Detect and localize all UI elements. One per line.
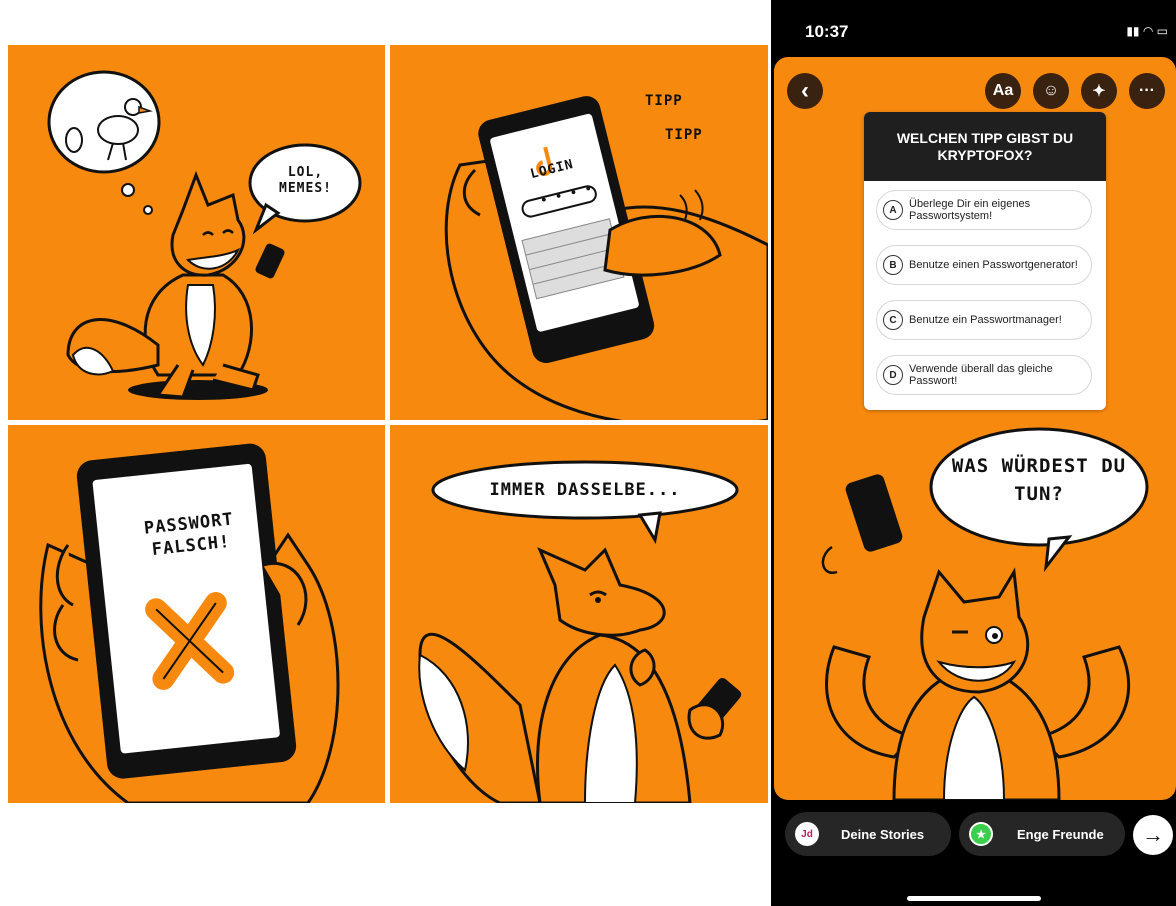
sfx-tipp-1: TIPP <box>645 93 683 109</box>
avatar: Jd <box>795 822 819 846</box>
phone-login-illustration <box>444 96 768 420</box>
sparkle-icon: ✦ <box>1092 83 1106 100</box>
close-friends-button[interactable]: ★ Enge Freunde <box>959 812 1125 856</box>
phone-screen: 10:37 ▮▮ ◠ ▭ ‹ Aa ☺ ✦ ··· WELCHEN TIPP G… <box>771 0 1176 906</box>
sfx-tipp-2: TIPP <box>665 127 703 143</box>
option-text: Benutze ein Passwortmanager! <box>909 314 1062 326</box>
fox-memes-illustration <box>47 70 362 400</box>
quiz-option-a[interactable]: A Überlege Dir ein eigenes Passwortsyste… <box>876 190 1092 230</box>
option-text: Benutze einen Passwortgenerator! <box>909 259 1078 271</box>
quiz-option-b[interactable]: B Benutze einen Passwortgenerator! <box>876 245 1092 285</box>
text-tool-label: Aa <box>992 82 1014 99</box>
speech-bubble-text: LOL, MEMES! <box>279 165 332 196</box>
your-stories-button[interactable]: Jd Deine Stories <box>785 812 951 856</box>
avatar-initials: Jd <box>801 828 813 840</box>
sticker-icon: ☺ <box>1042 82 1060 99</box>
close-friends-label: Enge Freunde <box>1017 826 1104 842</box>
option-text: Verwende überall das gleiche Passwort! <box>909 363 1053 387</box>
status-icons: ▮▮ ◠ ▭ <box>1126 24 1168 38</box>
quiz-title: WELCHEN TIPP GIBST DU KRYPTOFOX? <box>864 112 1106 181</box>
home-indicator <box>907 896 1041 901</box>
comic-panel-3: PASSWORT FALSCH! <box>8 425 385 803</box>
option-letter: C <box>883 310 903 330</box>
comic-panel-4: IMMER DASSELBE... <box>390 425 768 803</box>
speech-bubble-text: IMMER DASSELBE... <box>489 480 681 500</box>
more-button[interactable]: ··· <box>1129 73 1165 109</box>
chevron-left-icon: ‹ <box>801 77 809 104</box>
star-glyph: ★ <box>976 828 986 841</box>
option-letter: B <box>883 255 903 275</box>
back-button[interactable]: ‹ <box>787 73 823 109</box>
effects-button[interactable]: ✦ <box>1081 73 1117 109</box>
story-canvas: ‹ Aa ☺ ✦ ··· WELCHEN TIPP GIBST DU KRYPT… <box>774 57 1176 800</box>
your-stories-label: Deine Stories <box>841 826 925 842</box>
text-tool-button[interactable]: Aa <box>985 73 1021 109</box>
quiz-sticker[interactable]: WELCHEN TIPP GIBST DU KRYPTOFOX? A Überl… <box>864 112 1106 410</box>
sticker-button[interactable]: ☺ <box>1033 73 1069 109</box>
status-time: 10:37 <box>805 22 849 41</box>
option-letter: D <box>883 365 903 385</box>
story-speech-text: WAS WÜRDEST DU TUN? <box>951 455 1127 505</box>
quiz-option-d[interactable]: D Verwende überall das gleiche Passwort! <box>876 355 1092 395</box>
option-letter: A <box>883 200 903 220</box>
arrow-right-icon: → <box>1142 822 1164 847</box>
send-button[interactable]: → <box>1133 815 1173 855</box>
share-bar: Jd Deine Stories ★ Enge Freunde → <box>771 810 1176 860</box>
quiz-option-c[interactable]: C Benutze ein Passwortmanager! <box>876 300 1092 340</box>
comic-panel-2: TIPP TIPP LOGIN • • • • <box>390 45 768 420</box>
comic-panel-1: LOL, MEMES! <box>8 45 385 420</box>
star-icon: ★ <box>969 822 993 846</box>
password-wrong-illustration <box>39 443 340 803</box>
option-text: Überlege Dir ein eigenes Passwortsystem! <box>909 198 1031 222</box>
more-icon: ··· <box>1139 82 1155 99</box>
